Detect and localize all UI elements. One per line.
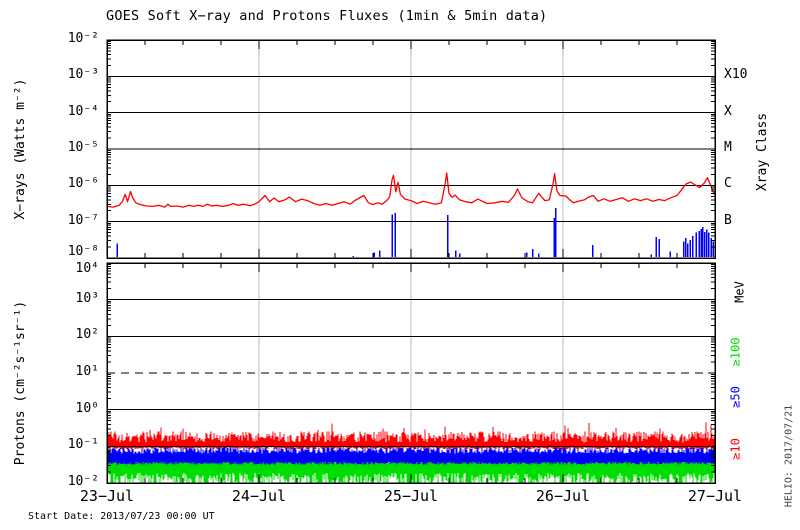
x-tick-label: 24−Jul bbox=[231, 487, 287, 505]
xray-class-label: C bbox=[724, 176, 732, 192]
goes-flux-chart: GOES Soft X−ray and Protons Fluxes (1min… bbox=[0, 0, 800, 530]
proton-y-tick-label: 10¹ bbox=[75, 364, 99, 379]
xray-class-label: X bbox=[724, 103, 732, 119]
plot-canvas bbox=[106, 39, 716, 484]
xray-y-tick-label: 10⁻⁵ bbox=[67, 140, 99, 155]
proton-y-tick-label: 10³ bbox=[75, 290, 99, 306]
xray-class-label: M bbox=[724, 140, 732, 155]
x-tick-label: 27−Jul bbox=[687, 487, 743, 505]
proton-energy-label: ≥100 bbox=[728, 337, 743, 367]
x-tick-label: 25−Jul bbox=[383, 487, 439, 505]
helio-watermark: HELIO: 2017/07/21 bbox=[783, 404, 795, 508]
proton-y-tick-label: 10⁰ bbox=[75, 400, 99, 416]
xray-class-axis-title: Xray Class bbox=[754, 112, 770, 192]
xray-y-tick-label: 10⁻⁶ bbox=[67, 176, 99, 192]
x-tick-label: 26−Jul bbox=[535, 487, 591, 505]
xray-y-tick-label: 10⁻⁴ bbox=[67, 103, 99, 119]
xray-class-label: B bbox=[724, 212, 732, 228]
proton-energy-label: ≥10 bbox=[728, 438, 743, 460]
proton-y-tick-label: 10⁻¹ bbox=[67, 437, 99, 453]
proton-y-axis-label: Protons (cm⁻²s⁻¹sr⁻¹) bbox=[12, 300, 28, 466]
xray-y-tick-label: 10⁻⁷ bbox=[67, 212, 99, 228]
proton-y-tick-label: 10² bbox=[75, 327, 99, 343]
chart-title: GOES Soft X−ray and Protons Fluxes (1min… bbox=[106, 8, 548, 24]
xray-y-axis-label: X−rays (Watts m⁻²) bbox=[12, 78, 28, 220]
xray-class-label: X10 bbox=[724, 67, 748, 83]
xray-y-tick-label: 10⁻² bbox=[67, 31, 99, 46]
proton-energy-label: ≥50 bbox=[728, 386, 743, 408]
xray-y-tick-label: 10⁻³ bbox=[67, 67, 99, 83]
x-tick-label: 23−Jul bbox=[79, 487, 135, 505]
xray-y-tick-label: 10⁻⁸ bbox=[67, 244, 99, 259]
start-date-label: Start Date: 2013/07/23 00:00 UT bbox=[28, 511, 215, 522]
mev-axis-title: MeV bbox=[732, 281, 747, 303]
proton-y-tick-label: 10⁴ bbox=[75, 261, 99, 276]
